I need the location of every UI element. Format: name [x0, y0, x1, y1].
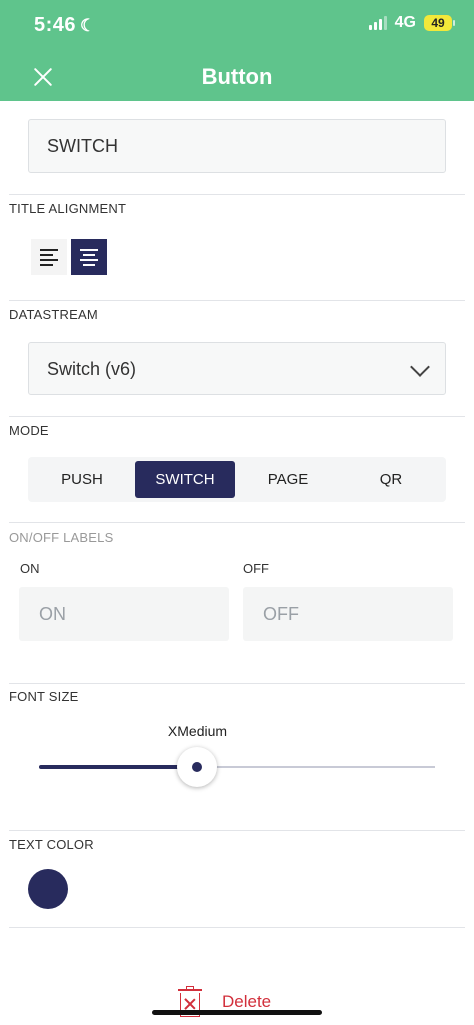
font-size-value: XMedium [167, 723, 228, 739]
status-time: 5:46 ☾ [34, 14, 96, 37]
divider [9, 194, 465, 195]
network-type: 4G [394, 14, 416, 31]
font-size-slider-fill [39, 765, 198, 769]
battery-icon: 49 [424, 15, 455, 31]
align-left-button[interactable] [31, 239, 67, 275]
divider [9, 300, 465, 301]
divider [9, 416, 465, 417]
font-size-slider-thumb[interactable] [177, 747, 218, 787]
mode-page[interactable]: PAGE [238, 461, 338, 498]
mode-qr[interactable]: QR [341, 461, 441, 498]
page-title: Button [201, 64, 273, 89]
top-bar: 5:46 ☾ 4G 49 Button [0, 0, 474, 101]
align-center-button[interactable] [71, 239, 107, 275]
delete-label: Delete [222, 992, 272, 1011]
divider [9, 927, 465, 928]
divider [9, 522, 465, 523]
mode-selector: PUSH SWITCH PAGE QR [28, 457, 446, 502]
chevron-down-icon [410, 357, 430, 377]
on-label: ON [20, 561, 40, 576]
title-input[interactable]: SWITCH [28, 119, 446, 173]
divider [9, 830, 465, 831]
divider [9, 683, 465, 684]
mode-push[interactable]: PUSH [32, 461, 132, 498]
off-label: OFF [243, 561, 269, 576]
datastream-label: DATASTREAM [9, 307, 98, 322]
text-color-swatch[interactable] [28, 869, 68, 909]
off-label-input[interactable]: OFF [243, 587, 453, 641]
signal-icon [368, 16, 387, 30]
text-color-label: TEXT COLOR [9, 837, 94, 852]
datastream-selected: Switch (v6) [47, 359, 137, 379]
mode-switch[interactable]: SWITCH [135, 461, 235, 498]
mode-label: MODE [9, 423, 49, 438]
title-alignment-label: TITLE ALIGNMENT [9, 201, 127, 216]
home-indicator [152, 1010, 322, 1015]
on-label-input[interactable]: ON [19, 587, 229, 641]
font-size-label: FONT SIZE [9, 689, 79, 704]
status-time-text: 5:46 [34, 14, 77, 36]
onoff-labels-label: ON/OFF LABELS [9, 530, 114, 545]
moon-icon: ☾ [80, 16, 96, 35]
datastream-dropdown[interactable]: Switch (v6) [28, 342, 446, 395]
battery-level: 49 [431, 16, 445, 30]
status-indicators: 4G 49 [368, 14, 455, 32]
